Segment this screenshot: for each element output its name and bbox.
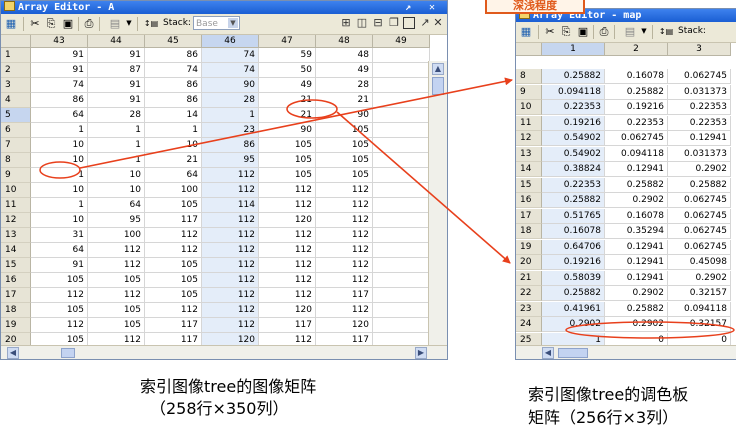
annotation-overlay (39, 77, 735, 339)
highlight-ellipse-palette-row (565, 321, 735, 339)
caption-left-line1: 索引图像tree的图像矩阵 (140, 377, 317, 396)
caption-right-line2: 矩阵（256行×3列） (528, 408, 679, 427)
highlight-ellipse-cell-21 (286, 99, 338, 119)
arrow-to-palette-row-11 (79, 77, 513, 169)
arrow-to-palette-row-22 (336, 111, 511, 264)
caption-left-line2: （258行×350列） (150, 399, 289, 418)
highlight-ellipse-cell-10 (39, 161, 81, 179)
caption-right-line1: 索引图像tree的调色板 (528, 385, 689, 404)
